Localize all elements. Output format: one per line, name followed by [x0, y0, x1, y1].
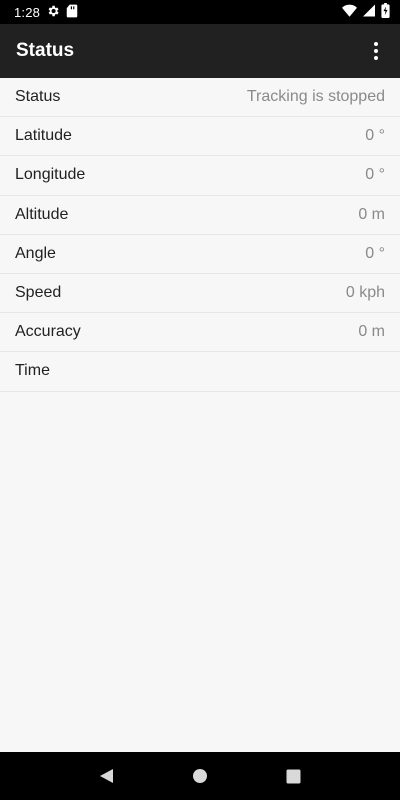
row-label: Latitude	[15, 127, 72, 145]
app-bar: Status	[0, 24, 400, 78]
row-value: 0 °	[365, 244, 385, 262]
home-icon[interactable]	[176, 752, 224, 800]
list-item-status: Status Tracking is stopped	[0, 78, 400, 118]
battery-charging-icon	[381, 3, 390, 21]
navigation-bar	[0, 752, 400, 800]
row-value: 0 °	[365, 166, 385, 184]
recents-icon[interactable]	[269, 752, 317, 800]
row-value: 0 kph	[345, 284, 385, 302]
status-list: Status Tracking is stopped Latitude 0 ° …	[0, 78, 400, 392]
row-label: Time	[15, 362, 50, 380]
row-value: 0 m	[358, 205, 385, 223]
clock: 1:28	[14, 4, 41, 20]
list-item-latitude: Latitude 0 °	[0, 117, 400, 157]
list-item-longitude: Longitude 0 °	[0, 156, 400, 196]
status-bar-left: 1:28	[14, 4, 78, 21]
list-item-altitude: Altitude 0 m	[0, 195, 400, 235]
wifi-icon	[342, 4, 357, 20]
back-icon[interactable]	[83, 752, 131, 800]
more-vert-icon[interactable]	[360, 31, 392, 71]
row-label: Longitude	[15, 166, 86, 184]
status-bar-right	[342, 3, 390, 21]
row-value: Tracking is stopped	[246, 88, 385, 106]
row-label: Altitude	[15, 205, 69, 223]
row-label: Speed	[15, 284, 62, 302]
gear-icon	[46, 4, 60, 21]
sd-card-icon	[66, 4, 78, 21]
row-value: 0 m	[358, 323, 385, 341]
row-label: Status	[15, 88, 61, 106]
row-value: 0 °	[365, 127, 385, 145]
list-item-accuracy: Accuracy 0 m	[0, 313, 400, 353]
status-bar: 1:28	[0, 0, 400, 24]
page-title: Status	[16, 40, 75, 61]
row-label: Angle	[15, 244, 56, 262]
row-label: Accuracy	[15, 323, 81, 341]
list-item-speed: Speed 0 kph	[0, 273, 400, 314]
signal-icon	[363, 4, 375, 20]
list-item-time: Time	[0, 352, 400, 392]
list-item-angle: Angle 0 °	[0, 234, 400, 274]
